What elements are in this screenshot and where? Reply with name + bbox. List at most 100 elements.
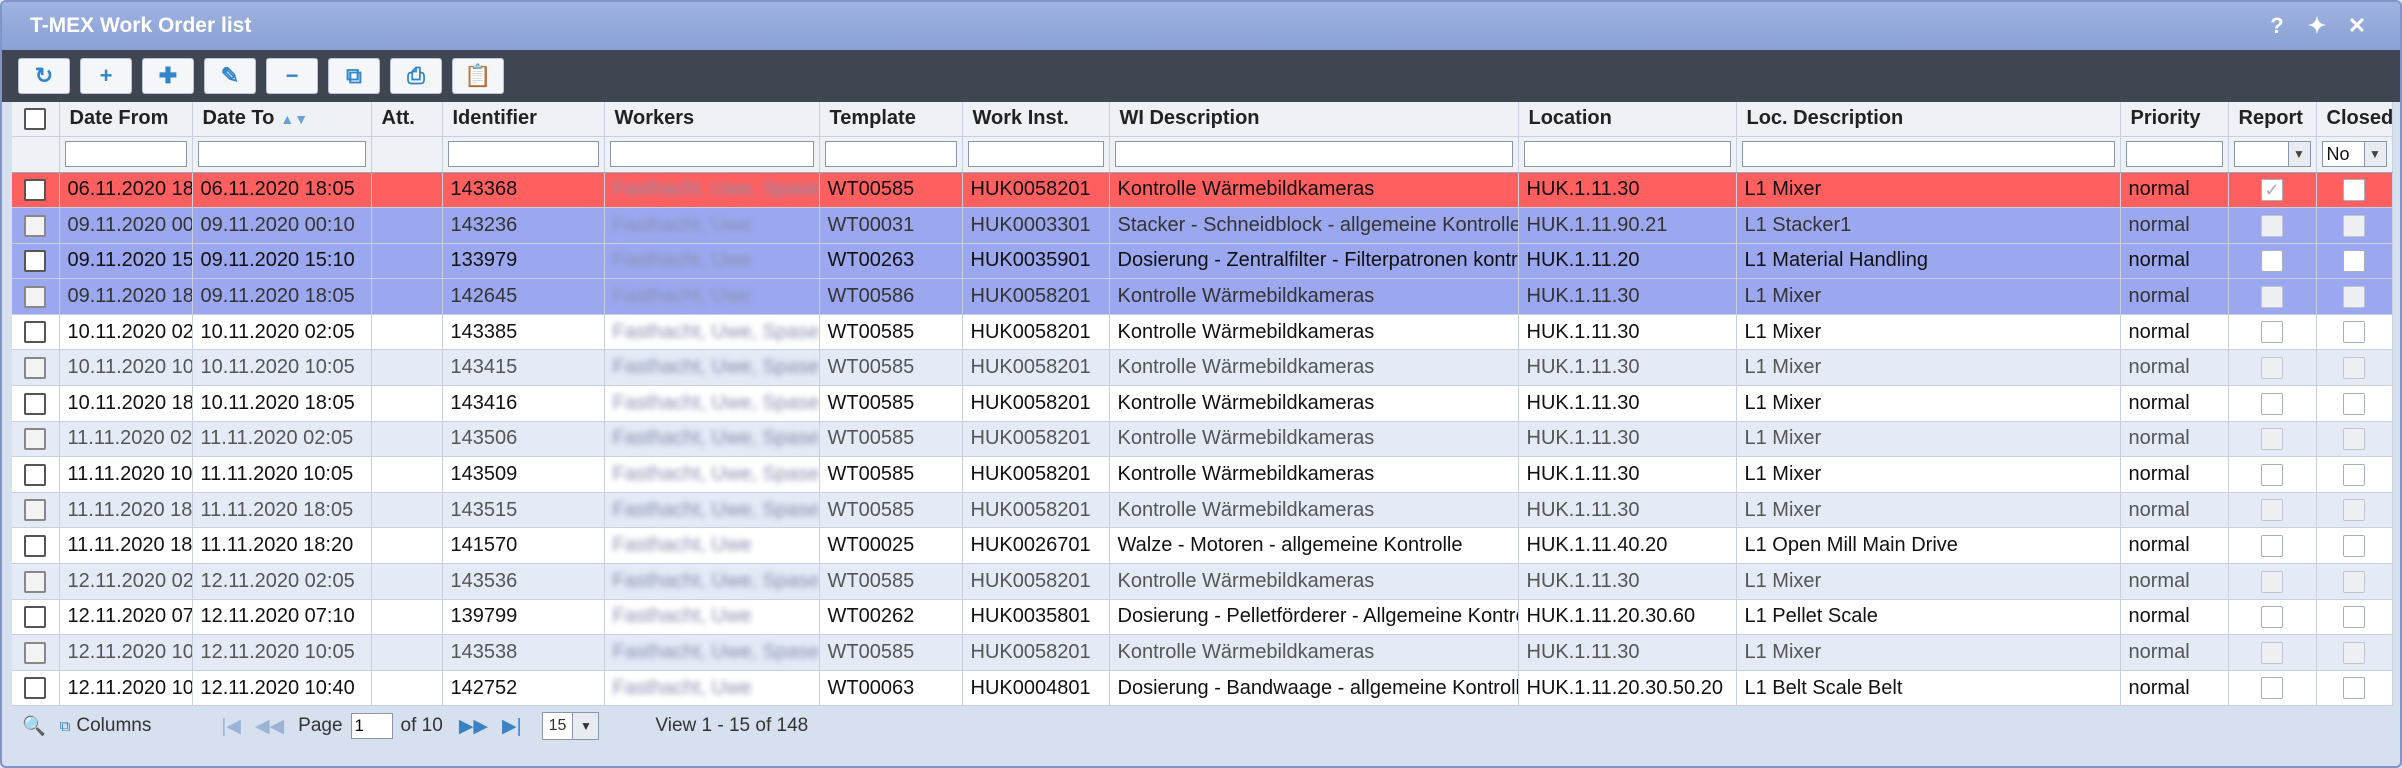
col-priority[interactable]: Priority — [2120, 102, 2229, 137]
table-row[interactable]: 09.11.2020 15 09.11.2020 15:10 133979 Fasth… — [12, 243, 2393, 280]
page-size-select[interactable]: 15 ▼ — [541, 712, 600, 740]
report-checkbox[interactable] — [2261, 321, 2283, 344]
closed-checkbox[interactable] — [2343, 250, 2365, 273]
closed-checkbox[interactable] — [2343, 641, 2365, 664]
row-checkbox[interactable] — [24, 179, 47, 202]
table-row[interactable]: 11.11.2020 18 11.11.2020 18:05 143515 Fasth… — [12, 492, 2393, 529]
report-checkbox[interactable] — [2261, 214, 2283, 237]
select-all-header[interactable] — [12, 102, 60, 137]
report-checkbox[interactable] — [2261, 570, 2283, 593]
prev-page-icon[interactable]: ◀◀ — [255, 715, 284, 738]
print-button[interactable]: ⎙ — [390, 58, 442, 94]
filter-wi-description[interactable] — [1114, 141, 1513, 167]
columns-button[interactable]: ⧉ Columns — [60, 715, 152, 737]
table-row[interactable]: 11.11.2020 18 11.11.2020 18:20 141570 Fasth… — [12, 527, 2393, 565]
report-checkbox[interactable] — [2261, 285, 2283, 308]
col-identifier[interactable]: Identifier — [442, 102, 605, 137]
add-multiple-button[interactable]: ✚ — [142, 58, 194, 94]
closed-checkbox[interactable] — [2343, 321, 2365, 344]
report-checkbox[interactable] — [2261, 463, 2283, 486]
report-checkbox[interactable] — [2261, 428, 2283, 451]
close-icon[interactable]: ✕ — [2342, 11, 2372, 41]
first-page-icon[interactable]: |◀ — [221, 715, 241, 738]
table-row[interactable]: 06.11.2020 18 06.11.2020 18:05 143368 Fasth… — [12, 172, 2393, 209]
copy-button[interactable]: ⧉ — [328, 58, 380, 94]
closed-checkbox[interactable] — [2343, 677, 2365, 700]
filter-location[interactable] — [1523, 141, 1731, 167]
col-work-inst[interactable]: Work Inst. — [962, 102, 1110, 137]
report-checkbox[interactable] — [2261, 534, 2283, 557]
col-attachments[interactable]: Att. — [371, 102, 443, 137]
report-checkbox[interactable] — [2261, 641, 2283, 664]
table-row[interactable]: 11.11.2020 10 11.11.2020 10:05 143509 Fasth… — [12, 456, 2393, 493]
page-input[interactable] — [350, 713, 393, 739]
filter-template[interactable] — [824, 141, 957, 167]
row-checkbox[interactable] — [24, 570, 47, 593]
closed-checkbox[interactable] — [2343, 392, 2365, 415]
table-row[interactable]: 10.11.2020 18 10.11.2020 18:05 143416 Fasth… — [12, 385, 2393, 422]
table-row[interactable]: 10.11.2020 02 10.11.2020 02:05 143385 Fasth… — [12, 314, 2393, 351]
report-checkbox[interactable] — [2261, 179, 2283, 202]
filter-date-from[interactable] — [64, 141, 187, 167]
report-checkbox[interactable] — [2261, 392, 2283, 415]
row-checkbox[interactable] — [24, 392, 47, 415]
closed-checkbox[interactable] — [2343, 285, 2365, 308]
closed-checkbox[interactable] — [2343, 214, 2365, 237]
row-checkbox[interactable] — [24, 356, 47, 379]
report-checkbox[interactable] — [2261, 250, 2283, 273]
row-checkbox[interactable] — [24, 428, 47, 451]
row-checkbox[interactable] — [24, 499, 47, 522]
closed-checkbox[interactable] — [2343, 356, 2365, 379]
help-icon[interactable]: ? — [2262, 11, 2292, 41]
closed-checkbox[interactable] — [2343, 179, 2365, 202]
table-row[interactable]: 10.11.2020 10 10.11.2020 10:05 143415 Fasth… — [12, 349, 2393, 387]
report-checkbox[interactable] — [2261, 356, 2283, 379]
closed-checkbox[interactable] — [2343, 570, 2365, 593]
row-checkbox[interactable] — [24, 534, 47, 557]
row-checkbox[interactable] — [24, 321, 47, 344]
filter-report[interactable]: ▼ — [2233, 141, 2311, 167]
table-row[interactable]: 12.11.2020 02 12.11.2020 02:05 143536 Fasth… — [12, 563, 2393, 600]
refresh-button[interactable]: ↻ — [18, 58, 70, 94]
next-page-icon[interactable]: ▶▶ — [459, 715, 488, 738]
row-checkbox[interactable] — [24, 641, 47, 664]
filter-loc-description[interactable] — [1741, 141, 2115, 167]
closed-checkbox[interactable] — [2343, 428, 2365, 451]
filter-identifier[interactable] — [447, 141, 599, 167]
filter-closed[interactable]: No ▼ — [2321, 141, 2387, 167]
col-date-to[interactable]: Date To ▲▼ — [192, 102, 372, 137]
col-wi-description[interactable]: WI Description — [1109, 102, 1519, 137]
col-location[interactable]: Location — [1518, 102, 1737, 137]
row-checkbox[interactable] — [24, 285, 47, 308]
table-row[interactable]: 09.11.2020 00 09.11.2020 00:10 143236 Fasth… — [12, 207, 2393, 244]
report-checkbox[interactable] — [2261, 677, 2283, 700]
col-loc-description[interactable]: Loc. Description — [1736, 102, 2121, 137]
filter-work-inst[interactable] — [967, 141, 1104, 167]
edit-button[interactable]: ✎ — [204, 58, 256, 94]
col-workers[interactable]: Workers — [604, 102, 820, 137]
table-row[interactable]: 11.11.2020 02 11.11.2020 02:05 143506 Fasth… — [12, 421, 2393, 458]
col-template[interactable]: Template — [819, 102, 963, 137]
report-checkbox[interactable] — [2261, 606, 2283, 629]
col-date-from[interactable]: Date From — [59, 102, 193, 137]
clipboard-button[interactable]: 📋 — [452, 58, 504, 94]
row-checkbox[interactable] — [24, 250, 47, 273]
pin-icon[interactable]: ✦ — [2302, 11, 2332, 41]
closed-checkbox[interactable] — [2343, 463, 2365, 486]
report-checkbox[interactable] — [2261, 499, 2283, 522]
row-checkbox[interactable] — [24, 677, 47, 700]
select-all-checkbox[interactable] — [24, 107, 47, 130]
row-checkbox[interactable] — [24, 214, 47, 237]
table-row[interactable]: 09.11.2020 18 09.11.2020 18:05 142645 Fasth… — [12, 278, 2393, 315]
table-row[interactable]: 12.11.2020 10 12.11.2020 10:05 143538 Fasth… — [12, 634, 2393, 671]
col-report[interactable]: Report — [2228, 102, 2317, 137]
col-closed[interactable]: Closed — [2316, 102, 2393, 137]
filter-priority[interactable] — [2125, 141, 2223, 167]
closed-checkbox[interactable] — [2343, 606, 2365, 629]
delete-button[interactable]: − — [266, 58, 318, 94]
filter-date-to[interactable] — [197, 141, 366, 167]
search-icon[interactable]: 🔍 — [22, 714, 46, 738]
add-button[interactable]: + — [80, 58, 132, 94]
closed-checkbox[interactable] — [2343, 499, 2365, 522]
closed-checkbox[interactable] — [2343, 534, 2365, 557]
